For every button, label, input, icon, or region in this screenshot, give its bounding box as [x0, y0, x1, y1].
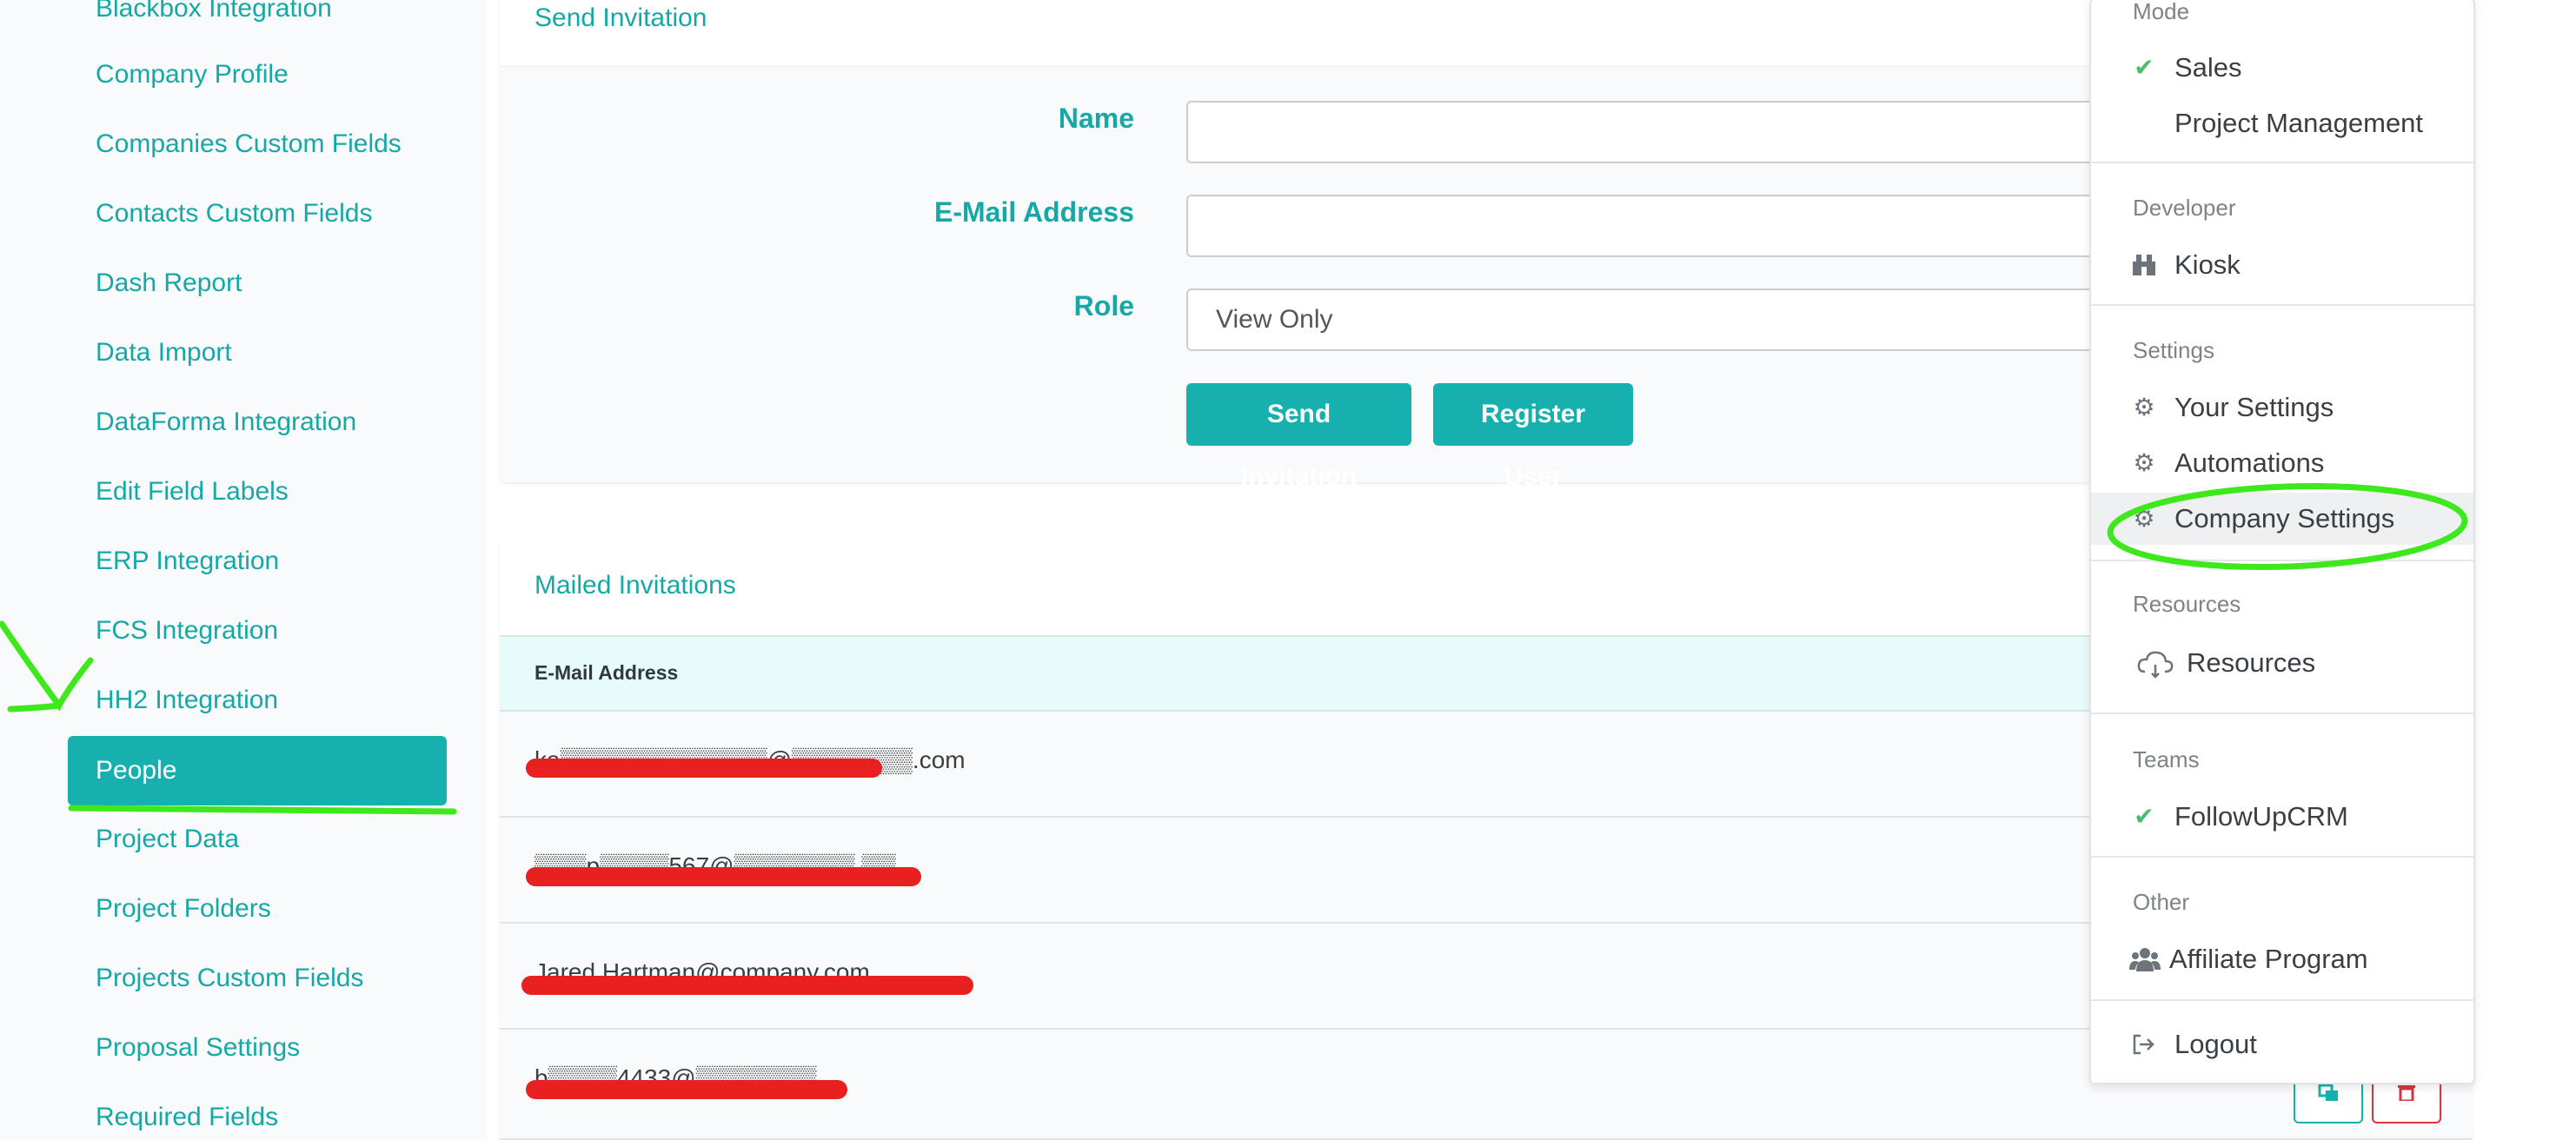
menu-item-automations[interactable]: ⚙ Automations: [2091, 437, 2473, 489]
menu-item-label: Automations: [2174, 447, 2325, 478]
gear-icon: ⚙: [2133, 449, 2155, 476]
menu-item-followupcrm[interactable]: ✔ FollowUpCRM: [2091, 791, 2473, 843]
sidebar-item-projects-custom-fields[interactable]: Projects Custom Fields: [96, 961, 363, 996]
send-invitation-title: Send Invitation: [534, 3, 707, 32]
sidebar-item-edit-field-labels[interactable]: Edit Field Labels: [96, 474, 289, 509]
menu-divider: [2091, 162, 2473, 163]
sidebar-item-proposal-settings[interactable]: Proposal Settings: [96, 1031, 300, 1065]
sidebar-item-fcs-integration[interactable]: FCS Integration: [96, 613, 278, 648]
menu-divider: [2091, 712, 2473, 714]
sidebar-item-blackbox-integration[interactable]: Blackbox Integration: [96, 0, 332, 26]
redaction-mark: [526, 1080, 847, 1099]
menu-item-affiliate-program[interactable]: Affiliate Program: [2091, 933, 2473, 985]
redaction-mark: [521, 976, 973, 995]
gear-icon: ⚙: [2133, 505, 2155, 532]
redaction-mark: [526, 759, 882, 778]
menu-item-label: Affiliate Program: [2169, 944, 2368, 974]
sidebar-item-company-profile[interactable]: Company Profile: [96, 57, 289, 92]
menu-item-logout[interactable]: Logout: [2091, 1018, 2473, 1070]
menu-item-label: Logout: [2174, 1029, 2257, 1059]
menu-item-kiosk[interactable]: Kiosk: [2091, 239, 2473, 291]
menu-item-project-management[interactable]: Project Management: [2091, 97, 2473, 149]
sidebar-item-people[interactable]: People: [68, 736, 447, 805]
menu-item-label: FollowUpCRM: [2174, 801, 2348, 832]
menu-item-label: Sales: [2174, 52, 2242, 83]
sidebar-item-hh2-integration[interactable]: HH2 Integration: [96, 683, 278, 718]
sidebar-item-required-fields[interactable]: Required Fields: [96, 1100, 278, 1135]
menu-divider: [2091, 856, 2473, 858]
logout-icon: [2131, 1018, 2157, 1070]
menu-item-label: Your Settings: [2174, 392, 2334, 422]
menu-item-company-settings[interactable]: ⚙ Company Settings: [2091, 493, 2473, 545]
redaction-mark: [526, 867, 921, 886]
sidebar-item-erp-integration[interactable]: ERP Integration: [96, 544, 279, 579]
menu-divider: [2091, 999, 2473, 1001]
menu-item-resources[interactable]: Resources: [2091, 637, 2473, 689]
sidebar-item-project-data[interactable]: Project Data: [96, 822, 239, 857]
menu-section-header: Resources: [2133, 591, 2241, 617]
sidebar-item-companies-custom-fields[interactable]: Companies Custom Fields: [96, 127, 402, 162]
menu-item-label: Kiosk: [2174, 249, 2241, 280]
sidebar-item-dash-report[interactable]: Dash Report: [96, 266, 242, 301]
check-icon: ✔: [2134, 54, 2154, 81]
menu-item-sales[interactable]: ✔ Sales: [2091, 42, 2473, 94]
sidebar-item-contacts-custom-fields[interactable]: Contacts Custom Fields: [96, 196, 372, 231]
copy-button[interactable]: [2294, 1078, 2363, 1123]
gear-icon: ⚙: [2133, 394, 2155, 421]
kiosk-icon: [2131, 239, 2157, 291]
menu-divider: [2091, 560, 2473, 561]
name-label: Name: [1058, 103, 1134, 134]
send-invitation-button[interactable]: Send Invitation: [1186, 383, 1411, 491]
menu-section-header: Developer: [2133, 195, 2236, 221]
delete-button[interactable]: [2372, 1078, 2441, 1123]
copy-icon: [2318, 1084, 2338, 1101]
check-icon: ✔: [2134, 803, 2154, 830]
sidebar-item-data-import[interactable]: Data Import: [96, 335, 232, 370]
role-label: Role: [1073, 290, 1134, 321]
trash-icon: [2398, 1085, 2415, 1101]
menu-divider: [2091, 304, 2473, 306]
cloud-icon: [2136, 637, 2174, 689]
mailed-invitations-title: Mailed Invitations: [534, 571, 736, 600]
menu-section-header: Teams: [2133, 746, 2200, 772]
menu-item-label: Project Management: [2174, 108, 2424, 138]
menu-section-header: Other: [2133, 889, 2190, 915]
menu-section-header: Mode: [2133, 0, 2190, 24]
register-user-button[interactable]: Register User: [1433, 383, 1633, 491]
settings-sidebar: Blackbox Integration Company Profile Com…: [0, 0, 487, 1140]
email-label: E-Mail Address: [934, 196, 1134, 228]
sidebar-item-project-folders[interactable]: Project Folders: [96, 891, 271, 926]
users-icon: [2128, 933, 2162, 985]
menu-item-your-settings[interactable]: ⚙ Your Settings: [2091, 381, 2473, 434]
sidebar-item-dataforma-integration[interactable]: DataForma Integration: [96, 405, 356, 440]
menu-item-label: Resources: [2187, 647, 2316, 678]
menu-item-label: Company Settings: [2174, 503, 2395, 534]
menu-section-header: Settings: [2133, 337, 2214, 363]
column-header-email: E-Mail Address: [534, 661, 679, 684]
user-menu-dropdown: Mode ✔ Sales Project Management Develope…: [2089, 0, 2475, 1084]
